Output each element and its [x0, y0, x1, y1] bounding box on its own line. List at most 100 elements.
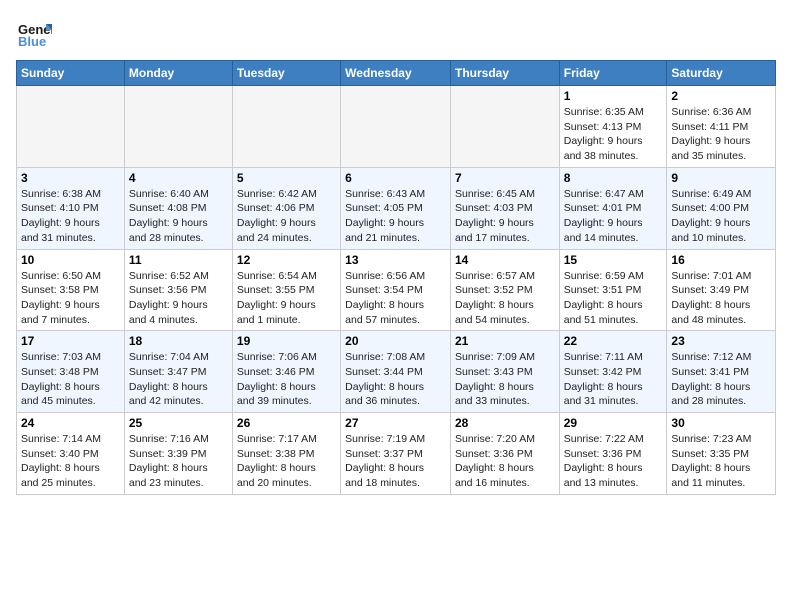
day-info: Sunrise: 7:19 AM Sunset: 3:37 PM Dayligh…	[345, 432, 446, 491]
weekday-header-thursday: Thursday	[450, 61, 559, 86]
day-info: Sunrise: 7:06 AM Sunset: 3:46 PM Dayligh…	[237, 350, 336, 409]
day-info: Sunrise: 6:45 AM Sunset: 4:03 PM Dayligh…	[455, 187, 555, 246]
day-info: Sunrise: 7:11 AM Sunset: 3:42 PM Dayligh…	[564, 350, 663, 409]
calendar-header: SundayMondayTuesdayWednesdayThursdayFrid…	[17, 61, 776, 86]
day-number: 11	[129, 253, 228, 267]
calendar-cell: 16 Sunrise: 7:01 AM Sunset: 3:49 PM Dayli…	[667, 249, 776, 331]
day-number: 19	[237, 334, 336, 348]
day-number: 17	[21, 334, 120, 348]
day-info: Sunrise: 6:40 AM Sunset: 4:08 PM Dayligh…	[129, 187, 228, 246]
day-info: Sunrise: 6:47 AM Sunset: 4:01 PM Dayligh…	[564, 187, 663, 246]
calendar-cell: 21 Sunrise: 7:09 AM Sunset: 3:43 PM Dayli…	[450, 331, 559, 413]
calendar-cell: 9 Sunrise: 6:49 AM Sunset: 4:00 PM Daylig…	[667, 167, 776, 249]
day-info: Sunrise: 7:04 AM Sunset: 3:47 PM Dayligh…	[129, 350, 228, 409]
calendar-cell	[232, 86, 340, 168]
calendar-cell: 4 Sunrise: 6:40 AM Sunset: 4:08 PM Daylig…	[124, 167, 232, 249]
calendar-cell: 27Sunrise: 7:19 AM Sunset: 3:37 PM Dayli…	[341, 413, 451, 495]
day-number: 10	[21, 253, 120, 267]
day-info: Sunrise: 6:57 AM Sunset: 3:52 PM Dayligh…	[455, 269, 555, 328]
day-number: 21	[455, 334, 555, 348]
day-info: Sunrise: 7:22 AM Sunset: 3:36 PM Dayligh…	[564, 432, 663, 491]
week-row-2: 3 Sunrise: 6:38 AM Sunset: 4:10 PM Daylig…	[17, 167, 776, 249]
calendar-cell: 24Sunrise: 7:14 AM Sunset: 3:40 PM Dayli…	[17, 413, 125, 495]
day-number: 16	[671, 253, 771, 267]
day-info: Sunrise: 6:36 AM Sunset: 4:11 PM Dayligh…	[671, 105, 771, 164]
day-number: 8	[564, 171, 663, 185]
calendar-cell: 14 Sunrise: 6:57 AM Sunset: 3:52 PM Dayli…	[450, 249, 559, 331]
day-number: 15	[564, 253, 663, 267]
logo: General Blue	[16, 16, 56, 52]
calendar-cell: 2 Sunrise: 6:36 AM Sunset: 4:11 PM Daylig…	[667, 86, 776, 168]
calendar-cell: 12 Sunrise: 6:54 AM Sunset: 3:55 PM Dayli…	[232, 249, 340, 331]
weekday-header-wednesday: Wednesday	[341, 61, 451, 86]
calendar-cell: 17 Sunrise: 7:03 AM Sunset: 3:48 PM Dayli…	[17, 331, 125, 413]
calendar-cell: 10Sunrise: 6:50 AM Sunset: 3:58 PM Dayli…	[17, 249, 125, 331]
day-info: Sunrise: 6:59 AM Sunset: 3:51 PM Dayligh…	[564, 269, 663, 328]
calendar-cell: 28 Sunrise: 7:20 AM Sunset: 3:36 PM Dayli…	[450, 413, 559, 495]
day-number: 23	[671, 334, 771, 348]
day-number: 22	[564, 334, 663, 348]
calendar-body: 1 Sunrise: 6:35 AM Sunset: 4:13 PM Daylig…	[17, 86, 776, 495]
calendar-cell: 3 Sunrise: 6:38 AM Sunset: 4:10 PM Daylig…	[17, 167, 125, 249]
calendar-cell: 8 Sunrise: 6:47 AM Sunset: 4:01 PM Daylig…	[559, 167, 667, 249]
calendar-cell: 18 Sunrise: 7:04 AM Sunset: 3:47 PM Dayli…	[124, 331, 232, 413]
calendar-cell: 22 Sunrise: 7:11 AM Sunset: 3:42 PM Dayli…	[559, 331, 667, 413]
calendar-cell	[17, 86, 125, 168]
day-number: 28	[455, 416, 555, 430]
day-info: Sunrise: 6:56 AM Sunset: 3:54 PM Dayligh…	[345, 269, 446, 328]
weekday-header-monday: Monday	[124, 61, 232, 86]
weekday-row: SundayMondayTuesdayWednesdayThursdayFrid…	[17, 61, 776, 86]
day-number: 1	[564, 89, 663, 103]
svg-text:Blue: Blue	[18, 34, 46, 49]
header: General Blue	[16, 16, 776, 52]
day-info: Sunrise: 7:01 AM Sunset: 3:49 PM Dayligh…	[671, 269, 771, 328]
calendar-cell: 6Sunrise: 6:43 AM Sunset: 4:05 PM Daylig…	[341, 167, 451, 249]
day-number: 24	[21, 416, 120, 430]
day-number: 14	[455, 253, 555, 267]
week-row-1: 1 Sunrise: 6:35 AM Sunset: 4:13 PM Daylig…	[17, 86, 776, 168]
day-info: Sunrise: 6:54 AM Sunset: 3:55 PM Dayligh…	[237, 269, 336, 328]
day-info: Sunrise: 7:03 AM Sunset: 3:48 PM Dayligh…	[21, 350, 120, 409]
weekday-header-tuesday: Tuesday	[232, 61, 340, 86]
week-row-3: 10Sunrise: 6:50 AM Sunset: 3:58 PM Dayli…	[17, 249, 776, 331]
calendar-cell: 20Sunrise: 7:08 AM Sunset: 3:44 PM Dayli…	[341, 331, 451, 413]
day-info: Sunrise: 7:16 AM Sunset: 3:39 PM Dayligh…	[129, 432, 228, 491]
day-info: Sunrise: 7:23 AM Sunset: 3:35 PM Dayligh…	[671, 432, 771, 491]
day-number: 25	[129, 416, 228, 430]
day-info: Sunrise: 6:49 AM Sunset: 4:00 PM Dayligh…	[671, 187, 771, 246]
day-info: Sunrise: 7:08 AM Sunset: 3:44 PM Dayligh…	[345, 350, 446, 409]
day-info: Sunrise: 7:20 AM Sunset: 3:36 PM Dayligh…	[455, 432, 555, 491]
weekday-header-saturday: Saturday	[667, 61, 776, 86]
logo-icon: General Blue	[16, 16, 52, 52]
calendar-cell: 1 Sunrise: 6:35 AM Sunset: 4:13 PM Daylig…	[559, 86, 667, 168]
day-number: 18	[129, 334, 228, 348]
calendar-cell: 23Sunrise: 7:12 AM Sunset: 3:41 PM Dayli…	[667, 331, 776, 413]
calendar-cell: 19 Sunrise: 7:06 AM Sunset: 3:46 PM Dayli…	[232, 331, 340, 413]
day-number: 2	[671, 89, 771, 103]
calendar-cell: 7 Sunrise: 6:45 AM Sunset: 4:03 PM Daylig…	[450, 167, 559, 249]
day-number: 12	[237, 253, 336, 267]
day-number: 26	[237, 416, 336, 430]
weekday-header-sunday: Sunday	[17, 61, 125, 86]
day-info: Sunrise: 6:35 AM Sunset: 4:13 PM Dayligh…	[564, 105, 663, 164]
calendar-cell	[450, 86, 559, 168]
calendar-cell: 15 Sunrise: 6:59 AM Sunset: 3:51 PM Dayli…	[559, 249, 667, 331]
calendar-cell: 13 Sunrise: 6:56 AM Sunset: 3:54 PM Dayli…	[341, 249, 451, 331]
day-number: 9	[671, 171, 771, 185]
day-number: 13	[345, 253, 446, 267]
day-info: Sunrise: 7:09 AM Sunset: 3:43 PM Dayligh…	[455, 350, 555, 409]
day-number: 4	[129, 171, 228, 185]
calendar-cell	[124, 86, 232, 168]
day-info: Sunrise: 6:38 AM Sunset: 4:10 PM Dayligh…	[21, 187, 120, 246]
day-info: Sunrise: 7:17 AM Sunset: 3:38 PM Dayligh…	[237, 432, 336, 491]
week-row-5: 24Sunrise: 7:14 AM Sunset: 3:40 PM Dayli…	[17, 413, 776, 495]
calendar-cell: 26 Sunrise: 7:17 AM Sunset: 3:38 PM Dayli…	[232, 413, 340, 495]
day-number: 30	[671, 416, 771, 430]
day-number: 29	[564, 416, 663, 430]
day-info: Sunrise: 6:42 AM Sunset: 4:06 PM Dayligh…	[237, 187, 336, 246]
day-info: Sunrise: 6:52 AM Sunset: 3:56 PM Dayligh…	[129, 269, 228, 328]
day-number: 7	[455, 171, 555, 185]
day-number: 3	[21, 171, 120, 185]
day-number: 5	[237, 171, 336, 185]
calendar-cell: 30 Sunrise: 7:23 AM Sunset: 3:35 PM Dayli…	[667, 413, 776, 495]
